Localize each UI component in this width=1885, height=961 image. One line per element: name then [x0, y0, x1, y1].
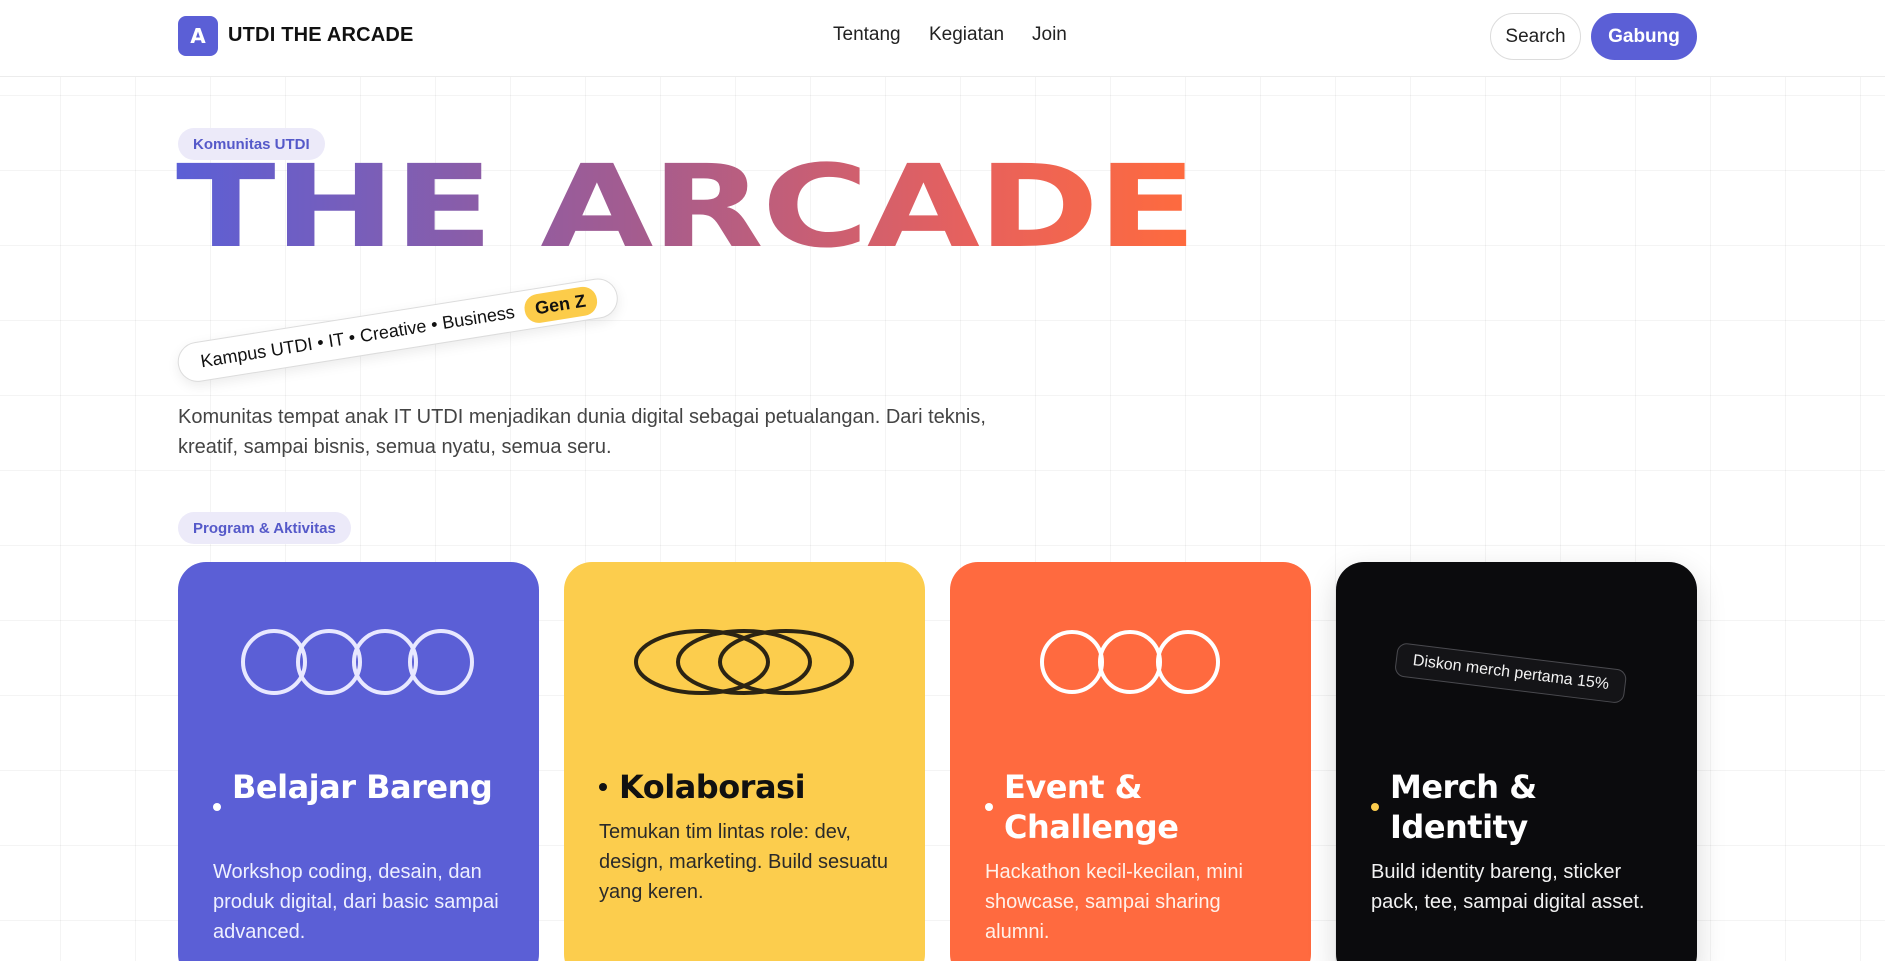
hero-title: THE ARCADE: [176, 140, 1197, 274]
brand-name[interactable]: UTDI THE ARCADE: [228, 24, 414, 47]
tagline-sticker: Kampus UTDI • IT • Creative • Business G…: [174, 275, 621, 385]
bullet-dot: [985, 803, 993, 811]
card-title: Belajar Bareng: [232, 768, 493, 806]
programs-eyebrow-badge: Program & Aktivitas: [178, 512, 351, 544]
program-card-belajar[interactable]: Belajar Bareng Workshop coding, desain, …: [178, 562, 539, 961]
tagline-text: Kampus UTDI • IT • Creative • Business: [199, 301, 516, 371]
ellipses-illustration: [634, 629, 854, 695]
nav-item-tentang[interactable]: Tentang: [833, 24, 901, 46]
card-description: Hackathon kecil-kecilan, mini showcase, …: [985, 861, 1243, 943]
logo-icon[interactable]: A: [178, 16, 218, 56]
merch-discount-tag: Diskon merch pertama 15%: [1393, 642, 1628, 705]
bullet-dot: [599, 783, 607, 791]
card-description: Workshop coding, desain, dan produk digi…: [213, 861, 499, 943]
nav-item-kegiatan[interactable]: Kegiatan: [929, 24, 1004, 46]
program-card-event[interactable]: Event & Challenge Hackathon kecil-kecila…: [950, 562, 1311, 961]
nav-item-join[interactable]: Join: [1032, 24, 1067, 46]
bullet-dot: [1371, 803, 1379, 811]
program-card-kolaborasi[interactable]: Kolaborasi Temukan tim lintas role: dev,…: [564, 562, 925, 961]
circles-illustration: [1040, 630, 1220, 694]
card-title: Event & Challenge: [1004, 768, 1179, 846]
card-description: Temukan tim lintas role: dev, design, ma…: [599, 821, 889, 903]
program-card-merch[interactable]: Diskon merch pertama 15% Merch & Identit…: [1336, 562, 1697, 961]
site-header: A UTDI THE ARCADE Tentang Kegiatan Join …: [0, 0, 1885, 77]
card-title: Merch & Identity: [1390, 768, 1537, 846]
circles-illustration: [241, 629, 474, 695]
search-button[interactable]: Search: [1490, 13, 1581, 60]
bullet-dot: [213, 803, 221, 811]
join-button[interactable]: Gabung: [1591, 13, 1697, 60]
card-title: Kolaborasi: [619, 768, 806, 806]
gen-z-badge: Gen Z: [522, 284, 599, 325]
hero-description: Komunitas tempat anak IT UTDI menjadikan…: [178, 406, 986, 458]
card-description: Build identity bareng, sticker pack, tee…: [1371, 861, 1645, 913]
